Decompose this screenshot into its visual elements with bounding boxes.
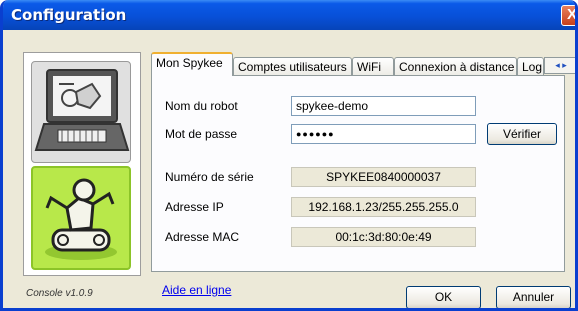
cancel-button[interactable]: Annuler [496,286,571,308]
ip-label: Adresse IP [165,200,224,214]
tab-scroll-left-icon[interactable]: ◂ [555,60,560,70]
ip-row: Adresse IP 192.168.1.23/255.255.255.0 [165,197,476,217]
mac-row: Adresse MAC 00:1c:3d:80:0e:49 [165,227,476,247]
ip-value: 192.168.1.23/255.255.255.0 [291,197,476,217]
tab-log[interactable]: Log [517,57,544,76]
verify-button[interactable]: Vérifier [487,123,557,145]
sidebar-nav [23,52,141,276]
tab-scroll-buttons[interactable]: ◂ ▸ [544,57,575,74]
serial-row: Numéro de série SPYKEE0840000037 [165,167,476,187]
tab-comptes-utilisateurs[interactable]: Comptes utilisateurs [233,57,352,76]
serial-label: Numéro de série [165,170,254,184]
mac-label: Adresse MAC [165,230,240,244]
mac-value: 00:1c:3d:80:0e:49 [291,227,476,247]
serial-value: SPYKEE0840000037 [291,167,476,187]
laptop-robot-icon [34,69,130,151]
tab-scroll-right-icon[interactable]: ▸ [562,60,567,70]
window-title: Configuration [11,6,127,24]
configuration-window: Configuration X Console v1.0.9 Mon Spyke… [0,0,578,311]
sidebar-item-spykee[interactable] [31,166,131,270]
console-version: Console v1.0.9 [26,288,93,299]
ok-button[interactable]: OK [406,286,481,308]
tab-mon-spykee[interactable]: Mon Spykee [151,52,233,76]
password-label: Mot de passe [165,127,238,141]
password-row: Mot de passe ●●●●●● Vérifier [165,123,557,145]
robot-name-input[interactable]: spykee-demo [291,96,476,116]
close-button[interactable]: X [561,5,575,26]
title-bar[interactable]: Configuration X [3,0,575,30]
robot-name-row: Nom du robot spykee-demo [165,96,476,116]
tab-panel-mon-spykee: Nom du robot spykee-demo Mot de passe ●●… [151,75,565,272]
password-input[interactable]: ●●●●●● [291,124,476,144]
spykee-robot-icon [45,178,117,260]
robot-name-label: Nom du robot [165,99,238,113]
tab-wifi[interactable]: WiFi [352,57,394,76]
sidebar-item-console[interactable] [31,61,131,163]
dialog-content: Console v1.0.9 Mon Spykee Comptes utilis… [3,30,575,308]
tab-connexion-a-distance[interactable]: Connexion à distance [394,57,517,76]
help-link[interactable]: Aide en ligne [162,283,231,297]
